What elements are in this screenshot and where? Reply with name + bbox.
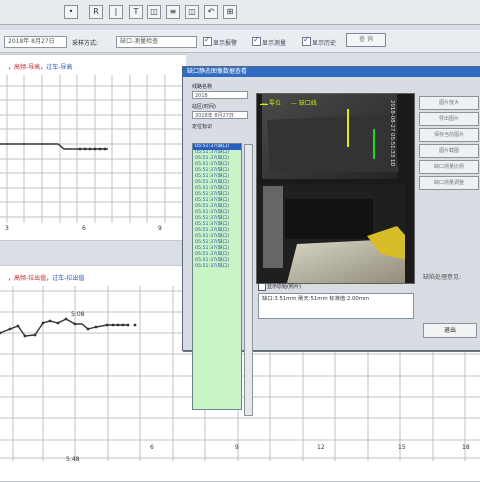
measure-checkbox[interactable] [252, 35, 261, 46]
main-toolbar: • R | T ◫ ≡ ◫ ↶ ⊞ [0, 0, 480, 25]
date-select[interactable]: 2018年 8月27日 [4, 36, 67, 48]
capture-list[interactable]: 05:51:37(缺口) 05:51:37(缺口) 05:51:37(缺口) 0… [192, 143, 242, 410]
zoom-image-button[interactable]: 图片放大 [419, 96, 479, 110]
top-x-tick-3: 3 [5, 225, 9, 232]
toolbar-dot-button[interactable]: • [64, 5, 78, 19]
top-x-tick-6: 6 [82, 225, 86, 232]
toolbar-separator-button[interactable]: | [109, 5, 123, 19]
exit-button[interactable]: 退出 [423, 323, 477, 338]
raw-photo-label: 显示原始(照片) [267, 284, 301, 290]
toolbar-r-button[interactable]: R [89, 5, 103, 19]
capture-list-item[interactable]: 05:51:37(缺口) [193, 264, 241, 270]
dialog-title: 缺口静态图像数据查看 [183, 67, 480, 77]
gap-ratio-button[interactable]: 缺口测量比例 [419, 160, 479, 174]
top-chart: ，高频-导高，过车-导高 3 6 9 [0, 54, 186, 241]
station-date-select[interactable]: 2018年 8月27日 [192, 111, 248, 119]
toolbar-undo-button[interactable]: ↶ [204, 5, 218, 19]
zero-line-label: — 零位 [261, 100, 281, 107]
raw-photo-checkbox[interactable] [258, 283, 266, 291]
top-x-tick-9: 9 [158, 225, 162, 232]
bottom-x-tick-15: 15 [398, 444, 406, 451]
capture-image-button[interactable]: 图片截图 [419, 144, 479, 158]
line-name-select[interactable]: 2018 [192, 91, 248, 99]
camera-image: — 零位 — 缺口线 2018-08-27 05:51:33 1D [256, 93, 415, 284]
toolbar-list-button[interactable]: ≡ [166, 5, 180, 19]
mode-select[interactable]: 缺口-测量检查 [116, 36, 197, 48]
position-label: 定位标识 [192, 124, 213, 130]
history-checkbox[interactable] [302, 35, 311, 46]
mode-label: 采样方式: [72, 40, 99, 47]
toolbar-window-button[interactable]: ◫ [147, 5, 161, 19]
top-chart-grid [0, 75, 186, 223]
capture-list-scrollbar[interactable] [244, 144, 253, 416]
camera-timestamp: 2018-08-27 05:51:33 1D [389, 100, 395, 167]
bottom-x-tick-9: 9 [235, 444, 239, 451]
dialog-left-panel: 线路名称 2018 站区(时间) 2018年 8月27日 定位标识 05:51:… [188, 83, 253, 416]
defect-note-label: 缺陷处理意见: [423, 274, 462, 281]
gap-line-label: — 缺口线 [291, 100, 317, 107]
gap-adjust-button[interactable]: 缺口测量调整 [419, 176, 479, 190]
save-image-button[interactable]: 保存当前图片 [419, 128, 479, 142]
export-image-button[interactable]: 导出图片 [419, 112, 479, 126]
bottom-x-tick-12: 12 [317, 444, 325, 451]
toolbar-text-button[interactable]: T [129, 5, 143, 19]
filter-bar: 2018年 8月27日 采样方式: 缺口-测量检查 显示报警 显示测量 显示历史 [0, 30, 480, 53]
bottom-x-label: 5:48 [66, 456, 80, 463]
measure-checkbox-label: 显示测量 [262, 40, 287, 47]
query-button[interactable]: 查 询 [346, 33, 386, 47]
bottom-point-label: 5:08 [71, 311, 85, 318]
toolbar-panel-button[interactable]: ◫ [185, 5, 199, 19]
measurement-result: 缺口:3.51mm 刷天:51mm 标准值:2.00mm [258, 293, 414, 319]
toolbar-grid-button[interactable]: ⊞ [223, 5, 237, 19]
history-checkbox-label: 显示历史 [312, 40, 337, 47]
station-label: 站区(时间) [192, 104, 216, 110]
line-name-label: 线路名称 [192, 84, 213, 90]
bottom-x-tick-18: 18 [462, 444, 470, 451]
bottom-x-tick-6: 6 [150, 444, 154, 451]
alarm-checkbox[interactable] [203, 35, 212, 46]
image-viewer-dialog: 缺口静态图像数据查看 线路名称 2018 站区(时间) 2018年 8月27日 … [182, 66, 480, 416]
alarm-checkbox-label: 显示报警 [213, 40, 238, 47]
